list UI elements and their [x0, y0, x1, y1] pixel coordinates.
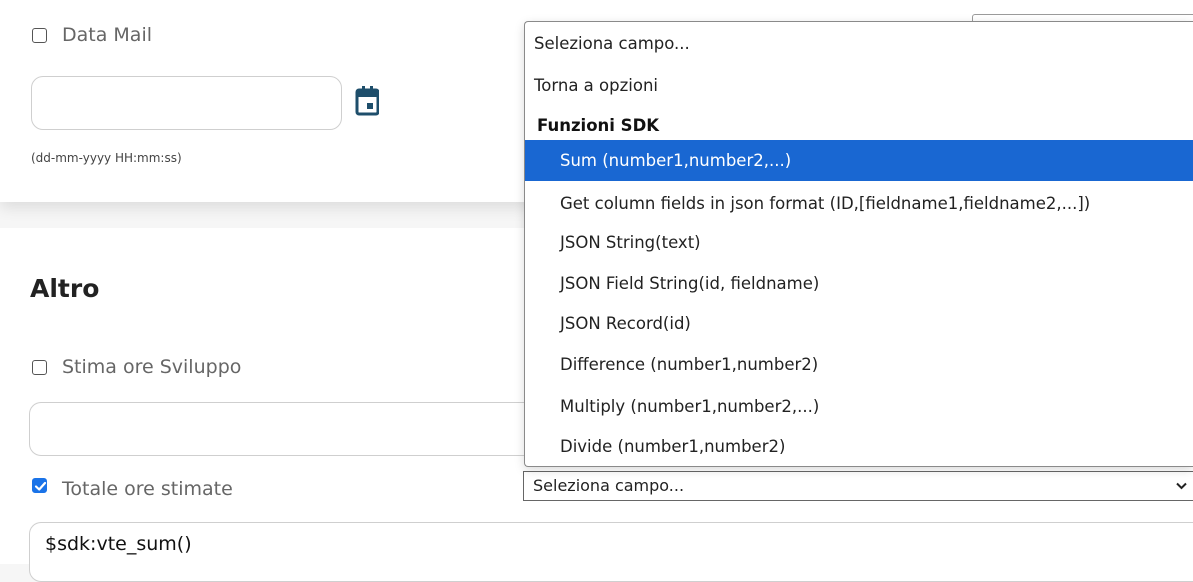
chevron-down-icon [1176, 482, 1187, 490]
totale-ore-input[interactable]: $sdk:vte_sum() [29, 522, 1193, 582]
dropdown-option[interactable]: JSON String(text) [525, 224, 1193, 262]
dropdown-option[interactable]: JSON Field String(id, fieldname) [525, 265, 1193, 303]
dropdown-option[interactable]: JSON Record(id) [525, 305, 1193, 343]
checkmark-icon [34, 481, 47, 491]
date-format-hint: (dd-mm-yyyy HH:mm:ss) [31, 151, 182, 165]
stima-ore-label: Stima ore Sviluppo [62, 356, 242, 378]
data-mail-checkbox[interactable] [32, 28, 47, 43]
field-select-value: Seleziona campo... [533, 476, 685, 495]
dropdown-back-option[interactable]: Torna a opzioni [525, 67, 1193, 105]
totale-ore-value: $sdk:vte_sum() [45, 533, 192, 555]
dropdown-option[interactable]: Sum (number1,number2,...) [525, 140, 1193, 181]
stima-ore-checkbox[interactable] [32, 360, 47, 375]
section-title-altro: Altro [30, 274, 100, 303]
dropdown-placeholder[interactable]: Seleziona campo... [525, 25, 1193, 63]
calendar-icon[interactable] [355, 86, 379, 116]
data-mail-input[interactable] [31, 76, 342, 130]
totale-ore-label: Totale ore stimate [62, 478, 233, 500]
dropdown-option[interactable]: Multiply (number1,number2,...) [525, 388, 1193, 426]
data-mail-label: Data Mail [62, 24, 152, 46]
dropdown-option[interactable]: Divide (number1,number2) [525, 428, 1193, 466]
field-select[interactable]: Seleziona campo... [523, 471, 1193, 501]
dropdown-option[interactable]: Difference (number1,number2) [525, 346, 1193, 384]
dropdown-option[interactable]: Get column fields in json format (ID,[fi… [525, 185, 1193, 223]
totale-ore-checkbox[interactable] [32, 478, 47, 493]
stima-ore-input[interactable] [29, 402, 529, 456]
field-dropdown-list: Seleziona campo... Torna a opzioni Funzi… [524, 21, 1193, 467]
